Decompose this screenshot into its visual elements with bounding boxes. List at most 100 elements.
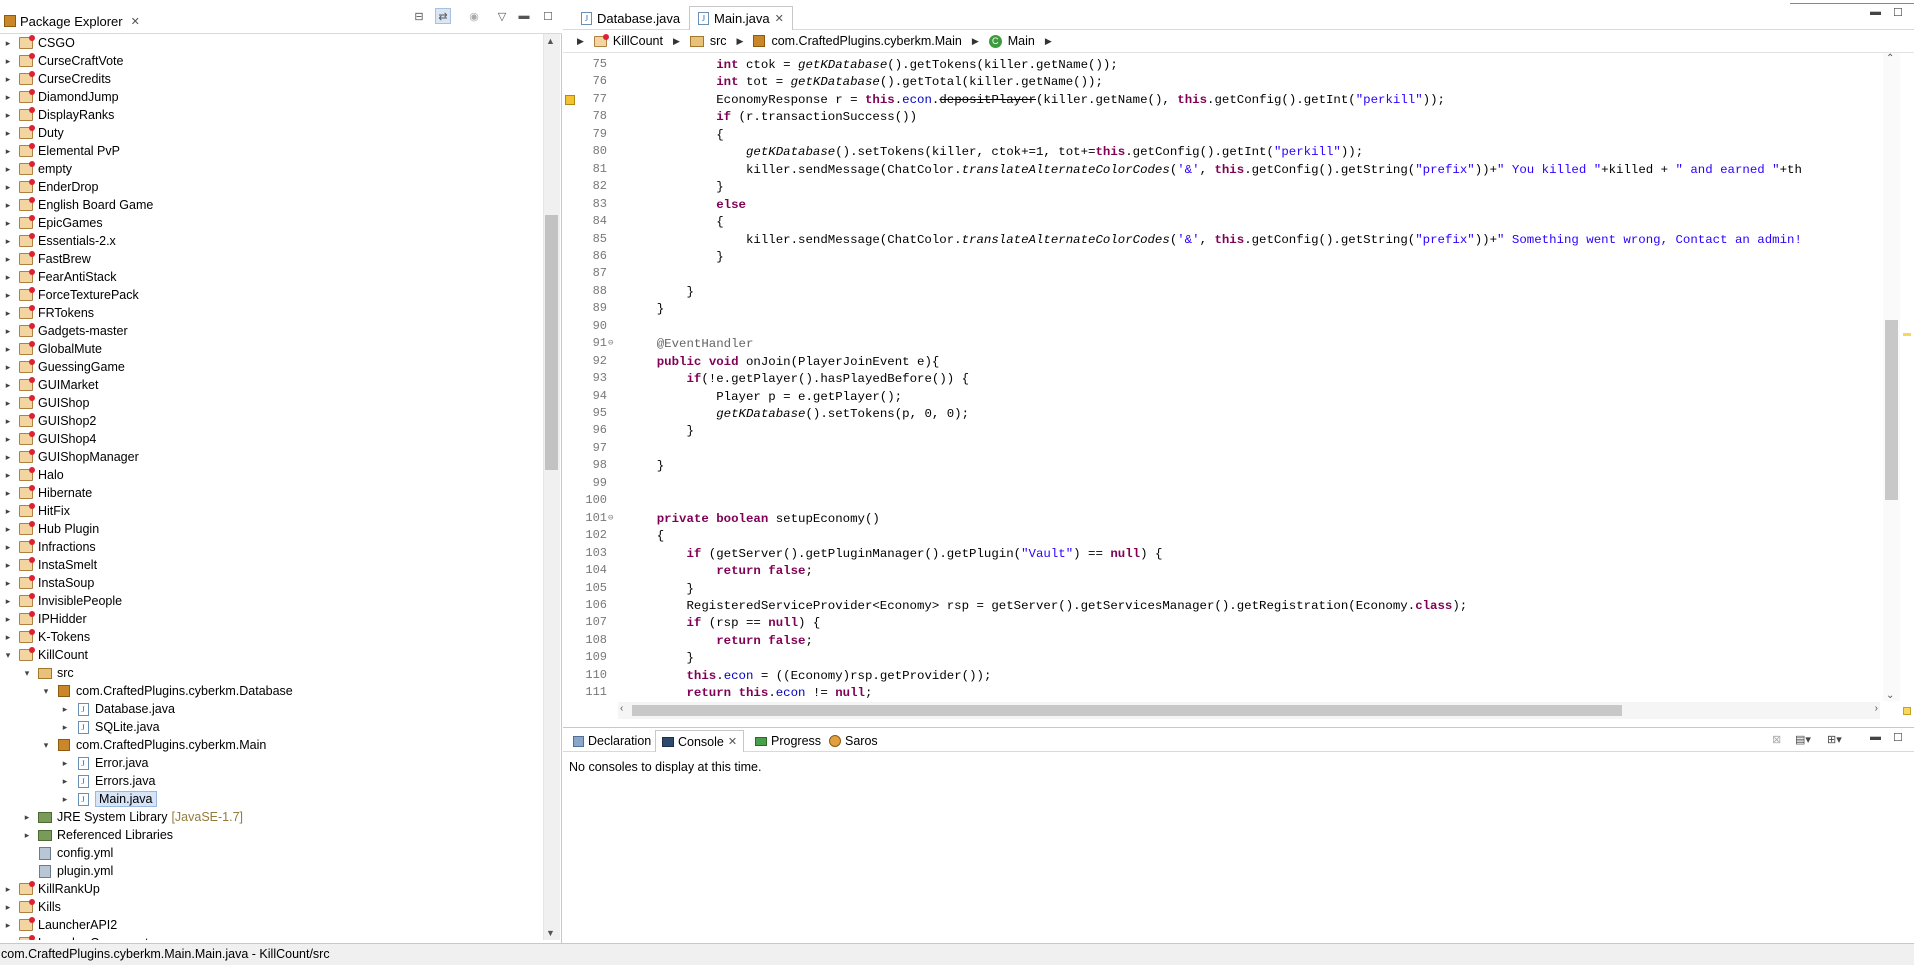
tree-item[interactable]: ▸ Hibernate	[0, 484, 540, 502]
close-icon[interactable]: ✕	[775, 12, 784, 25]
warning-marker[interactable]	[1903, 333, 1911, 336]
chevron-right-icon[interactable]: ▸	[2, 236, 14, 247]
open-console-icon[interactable]: ⊞▾	[1827, 733, 1842, 746]
focus-task-icon[interactable]: ◉	[466, 8, 482, 24]
code-line[interactable]: this.econ = ((Economy)rsp.getProvider())…	[627, 668, 992, 685]
scroll-up-icon[interactable]: ⌃	[1886, 53, 1894, 64]
code-line[interactable]: EconomyResponse r = this.econ.depositPla…	[627, 92, 1445, 109]
tab-package-explorer[interactable]: Package Explorer ✕	[0, 5, 148, 31]
tree-item[interactable]: ▸ Halo	[0, 466, 540, 484]
link-with-editor-icon[interactable]: ⇄	[435, 8, 451, 24]
code-line[interactable]: getKDatabase().setTokens(p, 0, 0);	[627, 406, 969, 423]
chevron-right-icon[interactable]: ▸	[2, 164, 14, 175]
chevron-right-icon[interactable]: ▸	[2, 56, 14, 67]
chevron-right-icon[interactable]: ▸	[2, 308, 14, 319]
chevron-right-icon[interactable]: ▸	[2, 920, 14, 931]
chevron-down-icon[interactable]: ▾	[40, 686, 52, 697]
package-explorer-scrollbar[interactable]: ▲ ▼	[543, 34, 560, 940]
tab-database-java[interactable]: J Database.java	[573, 6, 688, 30]
collapse-all-icon[interactable]: ⊟	[411, 8, 427, 24]
chevron-right-icon[interactable]: ▸	[2, 326, 14, 337]
chevron-right-icon[interactable]: ▸	[2, 128, 14, 139]
tree-item[interactable]: ▸ GUIShop	[0, 394, 540, 412]
chevron-right-icon[interactable]: ▸	[2, 380, 14, 391]
minimize-icon[interactable]: ▬	[1870, 6, 1881, 18]
tree-item[interactable]: ▸ GuessingGame	[0, 358, 540, 376]
maximize-icon[interactable]: ☐	[1893, 731, 1903, 744]
code-line[interactable]: Player p = e.getPlayer();	[627, 389, 902, 406]
chevron-right-icon[interactable]: ▸	[2, 290, 14, 301]
code-line[interactable]: RegisteredServiceProvider<Economy> rsp =…	[627, 598, 1467, 615]
code-line[interactable]: }	[627, 458, 664, 475]
code-line[interactable]: int ctok = getKDatabase().getTokens(kill…	[627, 57, 1118, 74]
chevron-right-icon[interactable]: ▸	[2, 416, 14, 427]
chevron-right-icon[interactable]: ▸	[59, 722, 71, 733]
code-line[interactable]: if(!e.getPlayer().hasPlayedBefore()) {	[627, 371, 970, 388]
chevron-right-icon[interactable]: ▸	[2, 38, 14, 49]
tree-item[interactable]: ▸ DiamondJump	[0, 88, 540, 106]
tab-console[interactable]: Console ✕	[655, 730, 745, 752]
chevron-right-icon[interactable]: ▸	[2, 110, 14, 121]
tree-item[interactable]: ▸ J SQLite.java	[0, 718, 540, 736]
console-area[interactable]: No consoles to display at this time.	[563, 752, 1914, 943]
editor-horizontal-scroll-thumb[interactable]	[632, 705, 1622, 716]
chevron-right-icon[interactable]: ▶	[737, 36, 744, 47]
chevron-right-icon[interactable]: ▸	[59, 776, 71, 787]
tree-item[interactable]: ▸ GlobalMute	[0, 340, 540, 358]
tree-item[interactable]: config.yml	[0, 844, 540, 862]
tree-item[interactable]: ▸ EpicGames	[0, 214, 540, 232]
tree-item[interactable]: ▸ GUIMarket	[0, 376, 540, 394]
pin-console-icon[interactable]: ⊠	[1772, 733, 1781, 746]
tree-item[interactable]: ▸ Duty	[0, 124, 540, 142]
code-line[interactable]: }	[627, 301, 664, 318]
tree-item[interactable]: ▸ GUIShop4	[0, 430, 540, 448]
tree-item[interactable]: ▸ Infractions	[0, 538, 540, 556]
chevron-right-icon[interactable]: ▶	[1045, 36, 1052, 47]
code-line[interactable]: killer.sendMessage(ChatColor.translateAl…	[627, 162, 1802, 179]
chevron-right-icon[interactable]: ▸	[2, 362, 14, 373]
chevron-right-icon[interactable]: ▸	[2, 578, 14, 589]
chevron-right-icon[interactable]: ▸	[2, 452, 14, 463]
tree-item[interactable]: ▸ J Database.java	[0, 700, 540, 718]
breadcrumb-src[interactable]: src	[710, 34, 727, 48]
chevron-right-icon[interactable]: ▸	[2, 254, 14, 265]
tree-item[interactable]: ▸ Elemental PvP	[0, 142, 540, 160]
code-line[interactable]: return false;	[627, 563, 813, 580]
display-console-icon[interactable]: ▤▾	[1795, 733, 1811, 746]
code-line[interactable]: }	[627, 179, 723, 196]
tab-progress[interactable]: Progress	[749, 730, 827, 752]
code-line[interactable]: {	[627, 127, 723, 144]
tree-item[interactable]: ▸ JRE System Library [JavaSE-1.7]	[0, 808, 540, 826]
warning-summary-icon[interactable]	[1903, 707, 1911, 715]
chevron-down-icon[interactable]: ▾	[2, 650, 14, 661]
tree-item[interactable]: ▸ J Errors.java	[0, 772, 540, 790]
close-icon[interactable]: ✕	[728, 735, 737, 748]
tree-item[interactable]: ▾ com.CraftedPlugins.cyberkm.Main	[0, 736, 540, 754]
tree-item[interactable]: ▾ src	[0, 664, 540, 682]
minimize-icon[interactable]: ▬	[1870, 731, 1881, 743]
tab-declaration[interactable]: Declaration	[567, 730, 657, 752]
tree-item[interactable]: ▸ CurseCredits	[0, 70, 540, 88]
tree-item[interactable]: ▸ J Error.java	[0, 754, 540, 772]
code-line[interactable]: return false;	[627, 633, 813, 650]
code-line[interactable]: if (rsp == null) {	[627, 615, 821, 632]
maximize-icon[interactable]: ☐	[1893, 6, 1903, 19]
chevron-right-icon[interactable]: ▸	[2, 398, 14, 409]
tree-item[interactable]: ▸ GUIShop2	[0, 412, 540, 430]
chevron-right-icon[interactable]: ▸	[2, 524, 14, 535]
breadcrumb-package[interactable]: com.CraftedPlugins.cyberkm.Main	[771, 34, 961, 48]
code-line[interactable]: {	[627, 214, 723, 231]
tree-item[interactable]: ▸ Hub Plugin	[0, 520, 540, 538]
tree-item[interactable]: ▸ Referenced Libraries	[0, 826, 540, 844]
code-line[interactable]: }	[627, 650, 693, 667]
scroll-left-icon[interactable]: ‹	[620, 703, 623, 714]
tree-item[interactable]: ▸ FastBrew	[0, 250, 540, 268]
editor-vertical-scroll-thumb[interactable]	[1885, 320, 1898, 500]
chevron-right-icon[interactable]: ▸	[2, 488, 14, 499]
chevron-right-icon[interactable]: ▸	[2, 74, 14, 85]
scroll-right-icon[interactable]: ›	[1875, 703, 1878, 714]
chevron-right-icon[interactable]: ▸	[2, 344, 14, 355]
maximize-icon[interactable]: ☐	[540, 8, 556, 24]
chevron-right-icon[interactable]: ▸	[2, 884, 14, 895]
scroll-up-icon[interactable]: ▲	[546, 36, 555, 46]
